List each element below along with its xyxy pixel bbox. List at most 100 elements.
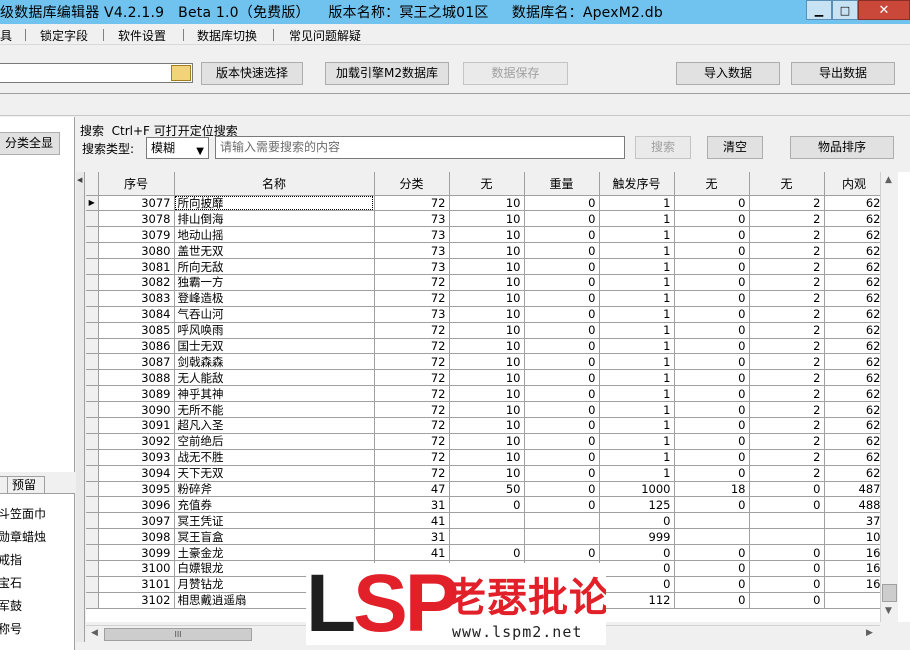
horizontal-scroll-thumb[interactable]: III <box>104 628 252 641</box>
tab-reserved[interactable]: 预留 <box>7 476 45 494</box>
table-cell[interactable]: 1 <box>599 242 675 260</box>
table-row[interactable]: 3081 所向无敌 73 10 0 1 0 2 62 <box>86 258 885 275</box>
table-cell[interactable]: 3088 <box>98 369 175 387</box>
row-header[interactable] <box>86 258 99 275</box>
table-row[interactable]: 3089 神乎其神 72 10 0 1 0 2 62 <box>86 385 885 403</box>
table-cell[interactable]: 72 <box>374 449 450 466</box>
vertical-scrollbar[interactable]: ▲ ▼ <box>880 172 898 622</box>
table-cell[interactable]: 0 <box>674 226 750 244</box>
current-row-indicator[interactable]: ▶ <box>86 195 99 212</box>
table-cell[interactable]: 72 <box>374 322 450 339</box>
table-cell[interactable]: 72 <box>374 338 450 355</box>
table-cell[interactable]: 2 <box>749 417 825 434</box>
table-row[interactable]: 3094 天下无双 72 10 0 1 0 2 62 <box>86 465 885 482</box>
table-cell[interactable]: 41 <box>374 544 450 561</box>
table-cell[interactable] <box>449 512 525 530</box>
table-cell[interactable]: 0 <box>674 369 750 387</box>
table-cell[interactable]: 72 <box>374 433 450 450</box>
row-header[interactable] <box>86 560 99 577</box>
table-cell[interactable]: 0 <box>524 433 600 450</box>
table-row[interactable]: 3093 战无不胜 72 10 0 1 0 2 62 <box>86 449 885 466</box>
table-cell[interactable]: 1 <box>599 385 675 403</box>
table-cell[interactable]: 1 <box>599 353 675 371</box>
table-cell[interactable] <box>749 512 825 530</box>
cell-name[interactable]: 超凡入圣 <box>174 417 375 434</box>
row-header[interactable] <box>86 306 99 323</box>
table-cell[interactable]: 3091 <box>98 417 175 434</box>
table-cell[interactable]: 0 <box>749 560 825 577</box>
item-sort-button[interactable]: 物品排序 <box>790 136 894 159</box>
table-cell[interactable]: 62 <box>824 338 885 355</box>
table-cell[interactable] <box>524 512 600 530</box>
list-item[interactable]: 斗笠面巾 <box>0 505 46 522</box>
export-data-button[interactable]: 导出数据 <box>791 62 895 85</box>
column-header[interactable]: 无 <box>449 172 525 196</box>
table-row[interactable]: 3096 充值券 31 0 0 125 0 0 488 <box>86 496 885 514</box>
cell-name[interactable]: 气吞山河 <box>174 306 375 323</box>
table-cell[interactable]: 488 <box>824 496 885 514</box>
column-header[interactable]: 触发序号 <box>599 172 675 196</box>
row-header[interactable] <box>86 433 99 450</box>
cell-name[interactable]: 冥王凭证 <box>174 512 375 530</box>
row-header[interactable] <box>86 401 99 418</box>
menu-item-lock-fields[interactable]: 锁定字段 <box>40 27 88 44</box>
table-cell[interactable]: 10 <box>449 417 525 434</box>
table-cell[interactable]: 62 <box>824 417 885 434</box>
table-cell[interactable]: 31 <box>374 528 450 546</box>
table-cell[interactable]: 3082 <box>98 274 175 291</box>
cell-name[interactable]: 神乎其神 <box>174 385 375 403</box>
path-input[interactable] <box>0 63 193 83</box>
table-row[interactable]: 3084 气吞山河 73 10 0 1 0 2 62 <box>86 306 885 323</box>
table-cell[interactable]: 62 <box>824 274 885 291</box>
clear-button[interactable]: 清空 <box>707 136 763 159</box>
table-cell[interactable]: 72 <box>374 385 450 403</box>
table-cell[interactable]: 3097 <box>98 512 175 530</box>
table-cell[interactable]: 62 <box>824 210 885 228</box>
table-row[interactable]: 3088 无人能敌 72 10 0 1 0 2 62 <box>86 369 885 387</box>
row-header[interactable] <box>86 242 99 260</box>
table-cell[interactable]: 2 <box>749 385 825 403</box>
table-cell[interactable]: 72 <box>374 369 450 387</box>
table-cell[interactable]: 0 <box>674 290 750 307</box>
row-header[interactable] <box>86 496 99 514</box>
table-cell[interactable]: 2 <box>749 290 825 307</box>
table-cell[interactable]: 0 <box>599 544 675 561</box>
row-header[interactable] <box>86 210 99 228</box>
table-cell[interactable]: 0 <box>524 449 600 466</box>
column-header[interactable]: 无 <box>749 172 825 196</box>
table-cell[interactable]: 72 <box>374 290 450 307</box>
load-engine-db-button[interactable]: 加载引擎M2数据库 <box>325 62 449 85</box>
table-cell[interactable]: 3096 <box>98 496 175 514</box>
table-cell[interactable]: 0 <box>749 496 825 514</box>
table-row[interactable]: 3095 粉碎斧 47 50 0 1000 18 0 487 <box>86 481 885 498</box>
table-cell[interactable]: 0 <box>674 306 750 323</box>
table-cell[interactable]: 0 <box>524 353 600 371</box>
minimize-button[interactable]: ▁ <box>806 0 832 20</box>
table-row[interactable]: 3092 空前绝后 72 10 0 1 0 2 62 <box>86 433 885 450</box>
list-item[interactable]: 勋章蜡烛 <box>0 528 46 545</box>
table-cell[interactable]: 0 <box>524 417 600 434</box>
table-cell[interactable]: 16 <box>824 560 885 577</box>
table-cell[interactable]: 3098 <box>98 528 175 546</box>
table-cell[interactable]: 62 <box>824 226 885 244</box>
table-cell[interactable]: 10 <box>449 449 525 466</box>
table-cell[interactable] <box>749 528 825 546</box>
table-cell[interactable]: 0 <box>674 433 750 450</box>
table-cell[interactable]: 47 <box>374 481 450 498</box>
cell-name[interactable]: 剑戟森森 <box>174 353 375 371</box>
table-cell[interactable]: 2 <box>749 258 825 275</box>
table-cell[interactable]: 1 <box>599 417 675 434</box>
table-cell[interactable] <box>824 592 885 609</box>
table-cell[interactable]: 73 <box>374 258 450 275</box>
table-cell[interactable]: 1 <box>599 369 675 387</box>
table-cell[interactable]: 0 <box>524 242 600 260</box>
table-cell[interactable]: 0 <box>599 576 675 593</box>
table-cell[interactable]: 2 <box>749 353 825 371</box>
cell-name[interactable]: 盖世无双 <box>174 242 375 260</box>
cell-name[interactable]: 所向披靡 <box>174 195 375 212</box>
list-item[interactable]: 戒指 <box>0 551 22 568</box>
table-row[interactable]: 3085 呼风唤雨 72 10 0 1 0 2 62 <box>86 322 885 339</box>
table-row[interactable]: 3083 登峰造极 72 10 0 1 0 2 62 <box>86 290 885 307</box>
table-cell[interactable]: 3086 <box>98 338 175 355</box>
table-cell[interactable]: 0 <box>674 417 750 434</box>
